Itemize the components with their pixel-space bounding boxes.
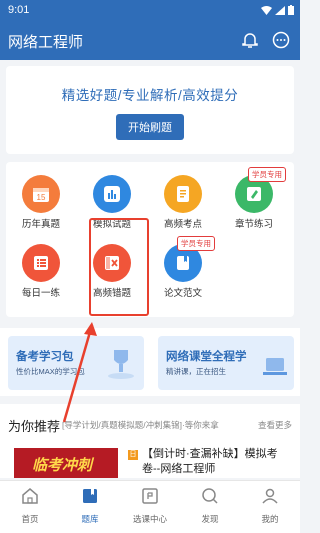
chart-icon: [93, 175, 131, 213]
tab-label: 题库: [81, 514, 99, 524]
message-icon[interactable]: [272, 31, 290, 49]
laptop-icon: [263, 358, 287, 375]
page-title: 网络工程师: [8, 34, 84, 51]
banner-subtitle: 性价比MAX的学习包: [16, 367, 85, 376]
tab-discover[interactable]: 发现: [180, 481, 240, 533]
list-icon: [22, 244, 60, 282]
document-icon: [164, 175, 202, 213]
tile-daily-practice[interactable]: 每日一练: [6, 244, 76, 299]
home-icon: [22, 488, 38, 504]
battery-icon: [288, 5, 294, 15]
status-time: 9:01: [8, 4, 30, 16]
recommend-heading: 为你推荐: [8, 419, 61, 434]
user-icon: [262, 488, 278, 504]
tab-course-center[interactable]: 选课中心: [120, 481, 180, 533]
tile-past-exams[interactable]: 15 历年真题: [6, 175, 76, 230]
tab-label: 选课中心: [132, 514, 167, 524]
signal-icon: [275, 5, 285, 15]
tile-key-points[interactable]: 高频考点: [148, 175, 218, 230]
course-icon: [142, 488, 158, 504]
recommend-thumbnail[interactable]: 临考冲刺: [14, 448, 118, 478]
hero-slogan: 精选好题/专业解析/高效提分: [61, 88, 239, 103]
recommend-tags: [导学计划/真题模拟题/冲刺集锦]·等你来拿: [62, 420, 219, 430]
trophy-icon: [108, 350, 134, 379]
tab-label: 我的: [261, 514, 279, 524]
banner-online-course[interactable]: 网络课堂全程学 精讲课，正在招生: [158, 336, 294, 390]
calendar-tag-icon: 日: [128, 450, 138, 460]
practice-hero-card: 精选好题/专业解析/高效提分 开始刷题: [6, 66, 294, 154]
bell-icon[interactable]: [242, 31, 258, 49]
see-more-link[interactable]: 查看更多: [258, 419, 292, 431]
bottom-tab-bar: 首页 题库 选课中心 发现 我的: [0, 480, 300, 533]
tab-label: 首页: [21, 514, 39, 524]
highlight-box: [89, 218, 149, 316]
member-only-badge: 学员专用: [248, 167, 286, 182]
status-icons: [261, 5, 294, 15]
tab-home[interactable]: 首页: [0, 481, 60, 533]
tab-label: 发现: [201, 514, 219, 524]
recommend-section: 为你推荐 [导学计划/真题模拟题/冲刺集锦]·等你来拿 查看更多 临考冲刺 日 …: [0, 404, 300, 478]
tile-label: 高频考点: [163, 219, 202, 230]
tile-label: 历年真题: [21, 219, 60, 230]
tile-essay-samples[interactable]: 学员专用 论文范文: [148, 236, 218, 299]
tile-chapter-practice[interactable]: 学员专用 章节练习: [219, 167, 289, 230]
tile-label: 论文范文: [163, 288, 202, 299]
banner-subtitle: 精讲课，正在招生: [166, 367, 226, 376]
banner-title: 网络课堂全程学: [166, 351, 247, 363]
wifi-icon: [261, 5, 272, 15]
calendar-icon: 15: [22, 175, 60, 213]
feature-grid: 15 历年真题 模拟试题 高频考点 学员专用 章节练习 每日一练 高频错题 学员…: [6, 162, 294, 317]
tab-question-bank[interactable]: 题库: [60, 481, 120, 533]
promo-banners: 备考学习包 性价比MAX的学习包 网络课堂全程学 精讲课，正在招生: [0, 328, 300, 396]
tile-label: 章节练习: [234, 219, 273, 230]
recommend-item-title[interactable]: 【倒计时·查漏补缺】模拟考卷--网络工程师: [142, 447, 292, 477]
app-bar: 网络工程师: [0, 22, 300, 60]
tab-profile[interactable]: 我的: [240, 481, 300, 533]
banner-title: 备考学习包: [16, 351, 74, 363]
tile-label: 每日一练: [21, 288, 60, 299]
bookmark-icon: [83, 489, 97, 503]
status-bar: 9:01: [0, 0, 300, 22]
start-practice-button[interactable]: 开始刷题: [116, 114, 184, 140]
member-only-badge: 学员专用: [177, 236, 215, 251]
search-icon: [202, 488, 218, 504]
banner-study-pack[interactable]: 备考学习包 性价比MAX的学习包: [8, 336, 144, 390]
svg-text:15: 15: [37, 193, 46, 202]
